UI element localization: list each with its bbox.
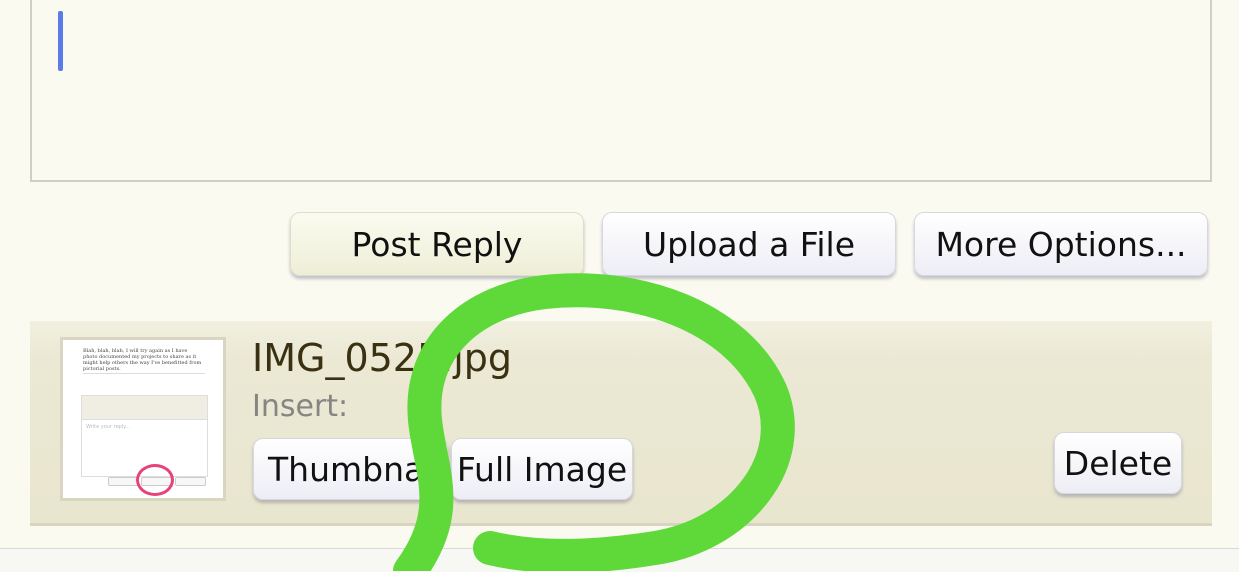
attachment-file-name: IMG_0525.jpg	[252, 336, 513, 380]
thumbnail-preview-meta	[83, 368, 205, 374]
delete-attachment-button[interactable]: Delete	[1054, 432, 1182, 494]
reply-editor[interactable]	[30, 0, 1212, 182]
text-caret	[58, 11, 63, 71]
post-reply-button[interactable]: Post Reply	[290, 212, 584, 276]
footer-divider	[0, 548, 1239, 572]
insert-label: Insert:	[252, 389, 349, 424]
insert-thumbnail-button[interactable]: Thumbnail	[253, 438, 448, 500]
thumbnail-preview-placeholder: Write your reply...	[86, 424, 131, 430]
insert-full-image-button[interactable]: Full Image	[451, 438, 633, 500]
thumbnail-preview-button	[108, 477, 140, 486]
more-options-button[interactable]: More Options...	[914, 212, 1208, 276]
thumbnail-preview-toolbar	[81, 395, 208, 421]
thumbnail-highlight-circle	[136, 464, 174, 496]
thumbnail-preview-button	[174, 477, 206, 486]
upload-file-button[interactable]: Upload a File	[602, 212, 896, 276]
attachment-panel: Blah, blah, blah, I will try again as I …	[30, 321, 1212, 526]
attachment-thumbnail[interactable]: Blah, blah, blah, I will try again as I …	[60, 337, 226, 501]
